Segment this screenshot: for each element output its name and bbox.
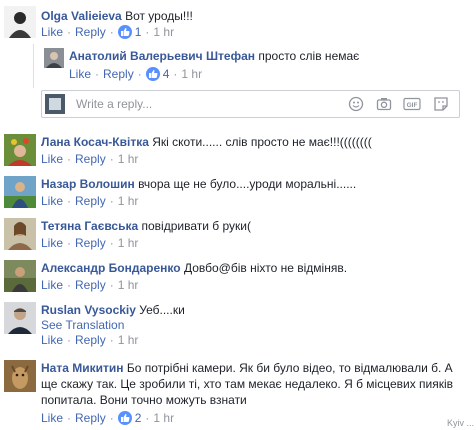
- comment-author[interactable]: Лана Косач-Квітка: [41, 135, 149, 149]
- comment: Назар Волошин вчора ще не було....уроди …: [0, 170, 476, 212]
- avatar[interactable]: [44, 48, 64, 68]
- comment-author[interactable]: Ната Микитин: [41, 361, 123, 375]
- reply-link[interactable]: Reply: [75, 333, 106, 347]
- comment-time[interactable]: 1 hr: [153, 25, 174, 39]
- comment-author[interactable]: Назар Волошин: [41, 177, 135, 191]
- comment-text: просто слів немає: [258, 49, 360, 63]
- camera-icon[interactable]: [376, 96, 392, 112]
- like-link[interactable]: Like: [69, 67, 91, 81]
- comment: Тетяна Гаєвська повідривати б руки( Like…: [0, 212, 476, 254]
- comment-text: вчора ще не було....уроди моральні......: [138, 177, 357, 191]
- svg-text:GIF: GIF: [407, 102, 418, 109]
- sticker-icon[interactable]: [433, 96, 449, 112]
- like-link[interactable]: Like: [41, 152, 63, 166]
- comment: Olga Valieieva Вот уроды!!! Like · Reply · 1…: [0, 0, 476, 42]
- avatar[interactable]: [4, 302, 36, 334]
- reply-input[interactable]: [76, 96, 336, 112]
- comment-reply: Анатолий Валерьевич Штефан просто слів н…: [0, 42, 476, 86]
- comment: Александр Бондаренко Довбо@бів ніхто не …: [0, 254, 476, 296]
- like-link[interactable]: Like: [41, 411, 63, 425]
- comment-author[interactable]: Olga Valieieva: [41, 9, 122, 23]
- comment-text: повідривати б руки(: [141, 219, 251, 233]
- comment-author[interactable]: Тетяна Гаєвська: [41, 219, 138, 233]
- reply-link[interactable]: Reply: [103, 67, 134, 81]
- comment-time[interactable]: 1 hr: [118, 333, 139, 347]
- gif-icon[interactable]: GIF: [403, 96, 421, 112]
- avatar: [45, 94, 65, 114]
- comment-time[interactable]: 1 hr: [118, 194, 139, 208]
- comment-time[interactable]: 1 hr: [118, 278, 139, 292]
- comment-text: Уеб....ки: [139, 303, 185, 317]
- comment-text: Які скоти...... слів просто не має!!!(((…: [152, 135, 372, 149]
- like-reaction-icon[interactable]: [117, 25, 132, 39]
- like-reaction-icon[interactable]: [117, 411, 132, 425]
- comment: Ruslan Vysockiy Уеб....ки See Translatio…: [0, 296, 476, 352]
- avatar[interactable]: [4, 260, 36, 292]
- comment-time[interactable]: 1 hr: [118, 152, 139, 166]
- reply-link[interactable]: Reply: [75, 278, 106, 292]
- avatar[interactable]: [4, 176, 36, 208]
- reply-link[interactable]: Reply: [75, 236, 106, 250]
- comment: Лана Косач-Квітка Які скоти...... слів п…: [0, 128, 476, 168]
- emoji-icon[interactable]: [348, 96, 364, 112]
- comment-time[interactable]: 1 hr: [153, 411, 174, 425]
- reply-link[interactable]: Reply: [75, 194, 106, 208]
- like-link[interactable]: Like: [41, 194, 63, 208]
- comment-author[interactable]: Анатолий Валерьевич Штефан: [69, 49, 255, 63]
- avatar[interactable]: [4, 134, 36, 166]
- like-reaction-icon[interactable]: [145, 67, 160, 81]
- like-link[interactable]: Like: [41, 236, 63, 250]
- like-link[interactable]: Like: [41, 333, 63, 347]
- avatar[interactable]: [4, 218, 36, 250]
- comment-author[interactable]: Ruslan Vysockiy: [41, 303, 136, 317]
- avatar[interactable]: [4, 6, 36, 38]
- comment-time[interactable]: 1 hr: [118, 236, 139, 250]
- reply-link[interactable]: Reply: [75, 411, 106, 425]
- comment: Ната Микитин Бо потрібні камери. Як би б…: [0, 352, 476, 430]
- like-link[interactable]: Like: [41, 278, 63, 292]
- comment-text: Довбо@бів ніхто не відміняв.: [183, 261, 348, 275]
- comment-time[interactable]: 1 hr: [181, 67, 202, 81]
- reply-link[interactable]: Reply: [75, 152, 106, 166]
- see-translation-link[interactable]: See Translation: [41, 318, 124, 332]
- avatar[interactable]: [4, 360, 36, 392]
- footer-text: Kyiv ...: [446, 418, 474, 428]
- reply-link[interactable]: Reply: [75, 25, 106, 39]
- comment-author[interactable]: Александр Бондаренко: [41, 261, 181, 275]
- reply-composer[interactable]: GIF: [41, 90, 460, 118]
- comment-text: Вот уроды!!!: [125, 9, 193, 23]
- like-link[interactable]: Like: [41, 25, 63, 39]
